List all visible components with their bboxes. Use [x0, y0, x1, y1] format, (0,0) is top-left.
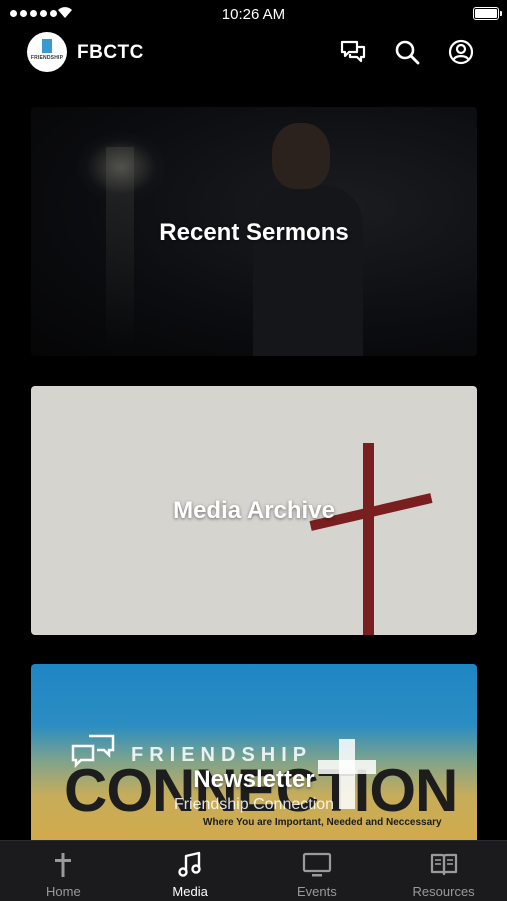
tab-media[interactable]: Media: [127, 841, 254, 901]
status-bar: 10:26 AM: [0, 0, 507, 28]
card-subtitle: Friendship Connection: [173, 796, 335, 813]
newsletter-tagline: Where You are Important, Needed and Necc…: [203, 817, 442, 828]
status-time: 10:26 AM: [221, 6, 286, 23]
tab-label: Media: [172, 884, 208, 899]
tab-label: Events: [297, 884, 337, 899]
cross-image-post: [363, 443, 374, 635]
tab-events[interactable]: Events: [254, 841, 381, 901]
media-archive-card[interactable]: Media Archive: [31, 386, 477, 635]
book-icon: [430, 853, 457, 876]
card-title: Newsletter: [193, 766, 315, 793]
app-header: FRIENDSHIP FBCTC: [0, 28, 507, 80]
search-icon[interactable]: [392, 37, 422, 67]
cross-icon: [55, 853, 72, 877]
battery-icon: [473, 7, 502, 20]
monitor-icon: [302, 852, 331, 877]
tab-home[interactable]: Home: [0, 841, 127, 901]
logo-text: FRIENDSHIP: [30, 55, 64, 61]
newsletter-card[interactable]: FRIENDSHIP CONNECTION Where You are Impo…: [31, 664, 477, 840]
app-title: FBCTC: [77, 42, 144, 63]
card-title: Media Archive: [173, 497, 335, 524]
tab-label: Home: [46, 884, 81, 899]
tab-label: Resources: [412, 884, 475, 899]
tab-resources[interactable]: Resources: [380, 841, 507, 901]
preacher-figure: [253, 185, 363, 356]
preacher-head: [272, 123, 330, 189]
tab-bar: Home Media Events Resources: [0, 840, 507, 901]
church-logo[interactable]: FRIENDSHIP: [27, 32, 67, 72]
account-icon[interactable]: [446, 37, 476, 67]
recent-sermons-card[interactable]: Recent Sermons: [31, 107, 477, 356]
music-note-icon: [178, 851, 201, 877]
card-title: Recent Sermons: [159, 219, 349, 246]
logo-mark-icon: [42, 39, 52, 53]
chat-icon[interactable]: [338, 37, 368, 67]
stage-light: [76, 132, 166, 202]
